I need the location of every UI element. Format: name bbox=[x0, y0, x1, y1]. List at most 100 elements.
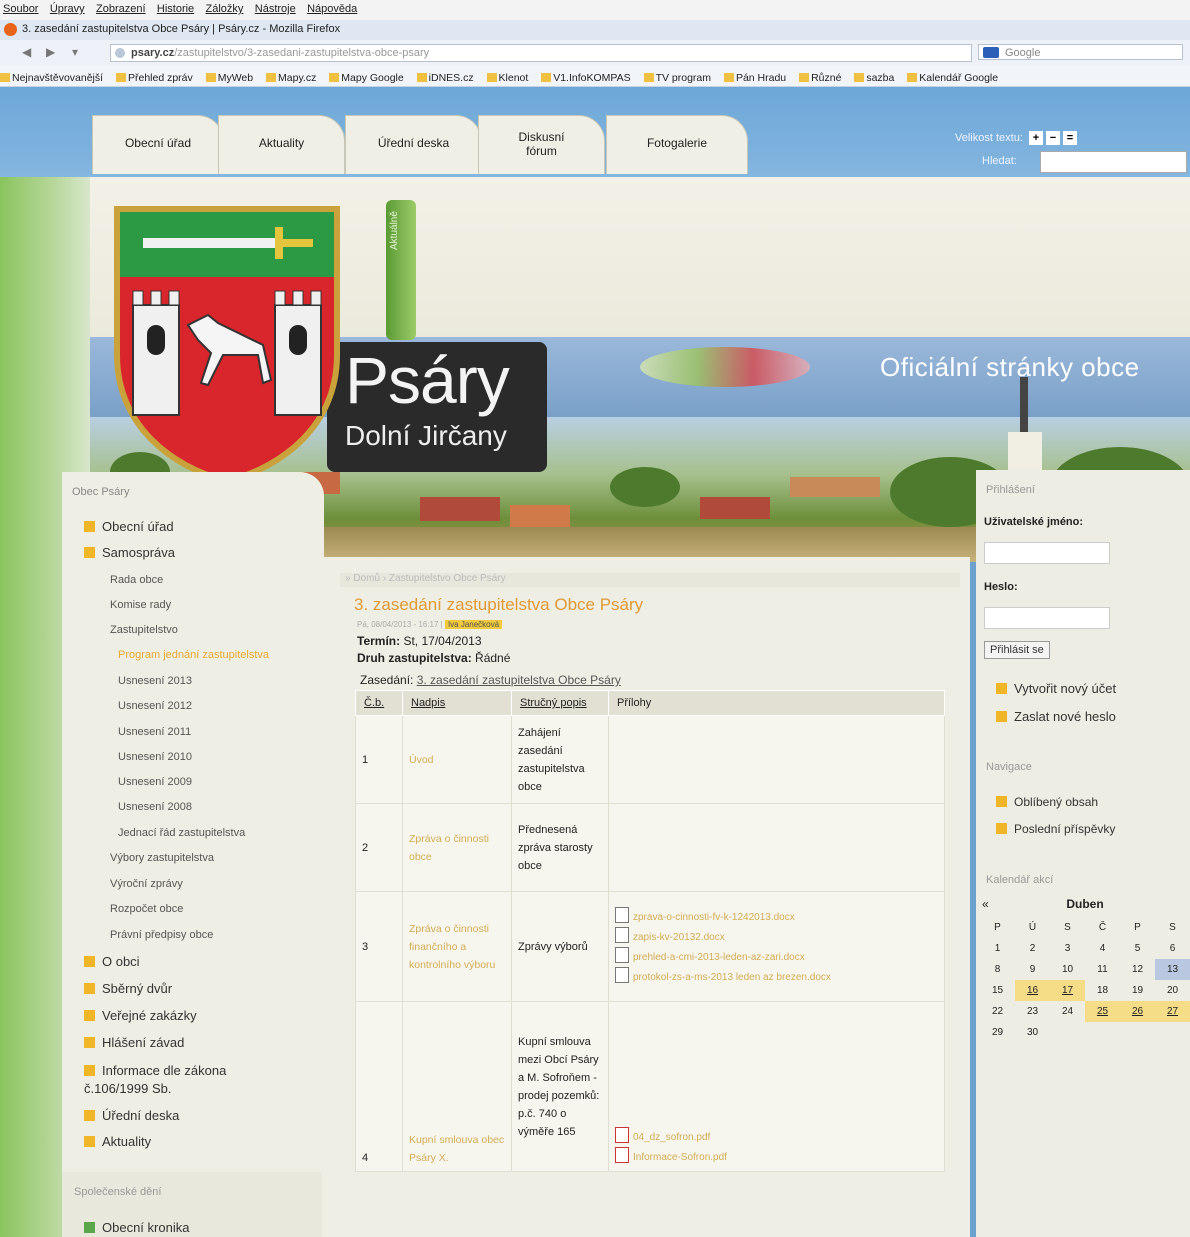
sidebar-item-usneseni-2010[interactable]: Usnesení 2010 bbox=[118, 751, 192, 763]
bookmark-item[interactable]: V1.InfoKOMPAS bbox=[541, 69, 635, 84]
calendar-day[interactable]: 27 bbox=[1155, 1001, 1190, 1022]
attachment-link[interactable]: prehled-a-cmi-2013-leden-az-zari.docx bbox=[615, 946, 938, 967]
site-search-input[interactable] bbox=[1040, 151, 1187, 173]
bookmark-item[interactable]: Mapy.cz bbox=[266, 69, 321, 84]
back-icon[interactable]: ◀ bbox=[22, 45, 31, 59]
calendar-day bbox=[1085, 1022, 1120, 1043]
bookmark-item[interactable]: Nejnavštěvovanější bbox=[0, 69, 108, 84]
bookmark-item[interactable]: TV program bbox=[643, 69, 716, 84]
calendar-week-row: 22 23 24 25 26 27 bbox=[980, 1001, 1190, 1022]
breadcrumb[interactable]: » Domů › Zastupitelstvo Obce Psáry bbox=[340, 573, 960, 587]
column-header-cb[interactable]: Č.b. bbox=[355, 690, 403, 716]
password-input[interactable] bbox=[984, 607, 1110, 629]
sidebar-item-usneseni-2011[interactable]: Usnesení 2011 bbox=[118, 726, 191, 738]
row-attachments: 04_dz_sofron.pdf Informace-Sofron.pdf bbox=[608, 1001, 945, 1172]
zasedani-link[interactable]: 3. zasedání zastupitelstva Obce Psáry bbox=[417, 673, 621, 687]
calendar-day[interactable]: 26 bbox=[1120, 1001, 1155, 1022]
bookmark-item[interactable]: Mapy Google bbox=[329, 69, 408, 84]
menu-item-historie[interactable]: Historie bbox=[157, 3, 194, 15]
decorative-swoosh bbox=[640, 347, 810, 387]
create-account-link[interactable]: Vytvořit nový účet bbox=[996, 681, 1116, 696]
bookmark-item[interactable]: sazba bbox=[854, 69, 899, 84]
browser-menubar: Soubor Úpravy Zobrazení Historie Záložky… bbox=[0, 0, 1190, 21]
post-author[interactable]: Iva Janečková bbox=[444, 620, 503, 629]
row-title-link[interactable]: Zpráva o činnosti finančního a kontrolní… bbox=[402, 891, 512, 1002]
aktualne-side-tab[interactable]: Aktuálně bbox=[386, 200, 416, 340]
text-size-decrease-button[interactable]: − bbox=[1045, 131, 1060, 145]
sidebar-item-rada-obce[interactable]: Rada obce bbox=[110, 574, 163, 586]
sidebar-item-obecni-kronika[interactable]: Obecní kronika bbox=[84, 1220, 189, 1235]
bookmark-item[interactable]: Kalendář Google bbox=[907, 69, 1003, 84]
tab-aktuality[interactable]: Aktuality bbox=[218, 115, 345, 174]
favorite-content-link[interactable]: Oblíbený obsah bbox=[996, 795, 1098, 809]
map-icon bbox=[329, 73, 340, 82]
sidebar-item-vyrocni-zpravy[interactable]: Výroční zprávy bbox=[110, 878, 183, 890]
username-input[interactable] bbox=[984, 542, 1110, 564]
sidebar-item-zastupitelstvo[interactable]: Zastupitelstvo bbox=[110, 624, 178, 636]
text-size-reset-button[interactable]: = bbox=[1062, 131, 1077, 145]
bookmark-item[interactable]: MyWeb bbox=[205, 69, 258, 84]
sidebar-item-hlaseni-zavad[interactable]: Hlášení závad bbox=[84, 1035, 184, 1050]
menu-item-upravy[interactable]: Úpravy bbox=[50, 3, 85, 15]
menu-item-soubor[interactable]: Soubor bbox=[3, 3, 38, 15]
folder-icon bbox=[84, 983, 95, 994]
tab-diskusni-forum[interactable]: Diskusní fórum bbox=[478, 115, 605, 174]
sidebar-item-obecni-urad[interactable]: Obecní úřad bbox=[84, 519, 174, 534]
forward-icon[interactable]: ▶ bbox=[46, 45, 55, 59]
login-button[interactable]: Přihlásit se bbox=[984, 641, 1050, 659]
sidebar-item-verejne-zakazky[interactable]: Veřejné zakázky bbox=[84, 1008, 197, 1023]
url-bar[interactable]: psary.cz/zastupitelstvo/3-zasedani-zastu… bbox=[110, 44, 972, 62]
sidebar-item-usneseni-2008[interactable]: Usnesení 2008 bbox=[118, 801, 192, 813]
sidebar-item-usneseni-2009[interactable]: Usnesení 2009 bbox=[118, 776, 192, 788]
sidebar-item-jednaci-rad[interactable]: Jednací řád zastupitelstva bbox=[118, 827, 245, 839]
menu-item-zalozky[interactable]: Záložky bbox=[206, 3, 244, 15]
sidebar-item-rozpocet[interactable]: Rozpočet obce bbox=[110, 903, 183, 915]
recent-posts-link[interactable]: Poslední příspěvky bbox=[996, 822, 1115, 836]
bookmark-item[interactable]: Klenot bbox=[486, 69, 534, 84]
folder-icon bbox=[84, 1010, 95, 1021]
menu-item-zobrazeni[interactable]: Zobrazení bbox=[96, 3, 146, 15]
menu-item-napoveda[interactable]: Nápověda bbox=[307, 3, 357, 15]
bookmark-item[interactable]: Pán Hradu bbox=[723, 69, 791, 84]
folder-icon bbox=[799, 73, 810, 82]
column-header-popis[interactable]: Stručný popis bbox=[511, 690, 609, 716]
sidebar-item-sberny-dvur[interactable]: Sběrný dvůr bbox=[84, 981, 172, 996]
sidebar-item-o-obci[interactable]: O obci bbox=[84, 954, 140, 969]
sidebar-item-program-jednani[interactable]: Program jednání zastupitelstva bbox=[118, 649, 269, 661]
column-header-nadpis[interactable]: Nadpis bbox=[402, 690, 512, 716]
row-title-link[interactable]: Kupní smlouva obec Psáry X. bbox=[402, 1001, 512, 1172]
row-title-link[interactable]: Zpráva o činnosti obce bbox=[402, 803, 512, 892]
browser-search-input[interactable]: Google bbox=[978, 44, 1183, 60]
sidebar-item-usneseni-2013[interactable]: Usnesení 2013 bbox=[118, 675, 192, 687]
text-size-increase-button[interactable]: + bbox=[1028, 131, 1043, 145]
tab-uredni-deska[interactable]: Úřední deska bbox=[345, 115, 482, 174]
menu-item-nastroje[interactable]: Nástroje bbox=[255, 3, 296, 15]
bookmark-item[interactable]: Různé bbox=[799, 69, 846, 84]
attachment-link[interactable]: zapis-kv-20132.docx bbox=[615, 926, 938, 947]
attachment-link[interactable]: Informace-Sofron.pdf bbox=[615, 1147, 938, 1167]
attachment-link[interactable]: protokol-zs-a-ms-2013 leden az brezen.do… bbox=[615, 966, 938, 987]
row-title-link[interactable]: Úvod bbox=[402, 715, 512, 804]
sidebar-item-komise-rady[interactable]: Komise rady bbox=[110, 599, 171, 611]
tab-obecni-urad[interactable]: Obecní úřad bbox=[92, 115, 224, 174]
reset-password-link[interactable]: Zaslat nové heslo bbox=[996, 709, 1116, 724]
sidebar-item-samosprava[interactable]: Samospráva bbox=[84, 545, 175, 560]
sidebar-item-informace-zakon[interactable]: Informace dle zákona č.106/1999 Sb. bbox=[84, 1062, 254, 1098]
bookmark-star-icon[interactable]: ▾ bbox=[72, 45, 78, 59]
attachment-link[interactable]: zprava-o-cinnosti-fv-k-1242013.docx bbox=[615, 906, 938, 927]
sidebar-item-uredni-deska[interactable]: Úřední deska bbox=[84, 1108, 179, 1123]
calendar-icon bbox=[907, 73, 918, 82]
attachment-link[interactable]: 04_dz_sofron.pdf bbox=[615, 1127, 938, 1147]
calendar-day[interactable]: 16 bbox=[1015, 980, 1050, 1001]
calendar-day[interactable]: 25 bbox=[1085, 1001, 1120, 1022]
calendar-day: 5 bbox=[1134, 943, 1141, 954]
sidebar-item-aktuality[interactable]: Aktuality bbox=[84, 1134, 151, 1149]
sidebar-item-usneseni-2012[interactable]: Usnesení 2012 bbox=[118, 700, 192, 712]
druh-field: Druh zastupitelstva: Řádné bbox=[357, 651, 511, 665]
sidebar-item-vybory[interactable]: Výbory zastupitelstva bbox=[110, 852, 214, 864]
bookmark-item[interactable]: iDNES.cz bbox=[416, 69, 479, 84]
tab-fotogalerie[interactable]: Fotogalerie bbox=[606, 115, 748, 174]
sidebar-item-pravni-predpisy[interactable]: Právní předpisy obce bbox=[110, 929, 213, 941]
bookmark-item[interactable]: Přehled zpráv bbox=[115, 69, 198, 84]
calendar-day[interactable]: 17 bbox=[1050, 980, 1085, 1001]
